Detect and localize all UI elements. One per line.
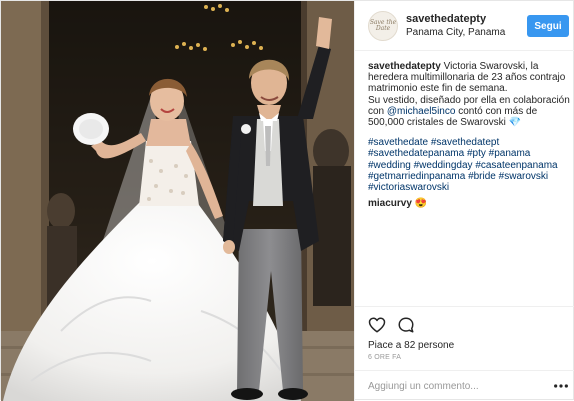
comment-input[interactable] <box>368 378 538 394</box>
hashtag[interactable]: #pty <box>467 148 486 159</box>
hashtag[interactable]: #victoriaswarovski <box>368 182 449 193</box>
hashtag[interactable]: #bride <box>468 171 496 182</box>
caption-line: savethedatepty Victoria Swarovski, la <box>368 61 568 72</box>
caption-line: heredera multimillonaria de 23 años cont… <box>368 72 566 84</box>
header-location[interactable]: Panama City, Panama <box>406 27 505 38</box>
hashtag[interactable]: #panama <box>489 148 531 159</box>
post-photo[interactable] <box>1 1 354 401</box>
hashtag[interactable]: #savethedatepanama <box>368 148 464 159</box>
instagram-post: Save the Date savethedatepty Panama City… <box>0 0 574 401</box>
post-timestamp: 6 ORE FA <box>368 354 402 361</box>
likes-suffix: persone <box>418 340 455 351</box>
caption-line: Su vestido, diseñado por ella en colabor… <box>368 94 570 106</box>
caption-mention[interactable]: @michael5inco <box>387 106 456 117</box>
action-bar <box>355 306 574 336</box>
avatar-logo-text: Save the Date <box>369 19 397 32</box>
more-options-icon[interactable] <box>553 379 569 393</box>
heart-icon[interactable] <box>368 316 386 334</box>
post-header: Save the Date savethedatepty Panama City… <box>355 1 574 51</box>
hashtag[interactable]: #weddingday <box>414 160 473 171</box>
hashtag-line: #wedding #weddingday #casateenpanama <box>368 160 568 171</box>
caption-line: con @michael5inco contó con más de <box>368 106 568 117</box>
comment: miacurvy 😍 <box>368 198 568 209</box>
caption-text: Victoria Swarovski, la <box>443 61 539 72</box>
hashtag[interactable]: #getmarriedinpanama <box>368 171 465 182</box>
hashtag[interactable]: #casateenpanama <box>475 160 557 171</box>
follow-button[interactable]: Segui <box>527 15 569 37</box>
comment-text: 😍 <box>414 198 428 210</box>
hashtag-line: #victoriaswarovski <box>368 182 568 193</box>
hashtag[interactable]: #savethedate <box>368 137 428 148</box>
hashtag[interactable]: #wedding <box>368 160 411 171</box>
avatar[interactable]: Save the Date <box>368 11 398 41</box>
hashtag-line: #savethedatepanama #pty #panama <box>368 148 568 159</box>
caption: savethedatepty Victoria Swarovski, la he… <box>368 61 570 193</box>
post-side-panel: Save the Date savethedatepty Panama City… <box>354 1 574 401</box>
caption-text: contó con más de <box>458 105 538 117</box>
caption-line: matrimonio este fin de semana. <box>368 83 508 95</box>
hashtag[interactable]: #savethedatept <box>431 137 499 148</box>
add-comment-bar <box>355 370 574 401</box>
comment-bubble-icon[interactable] <box>397 316 415 334</box>
hashtag[interactable]: #swarovski <box>499 171 548 182</box>
caption-text: con <box>368 105 385 117</box>
header-username[interactable]: savethedatepty <box>406 13 486 25</box>
comments-section: savethedatepty Victoria Swarovski, la he… <box>368 61 570 209</box>
likes-prefix: Piace a <box>368 340 402 351</box>
likes-count[interactable]: Piace a 82 persone <box>368 340 454 351</box>
likes-number: 82 <box>404 340 416 351</box>
hashtag-line: #getmarriedinpanama #bride #swarovski <box>368 171 568 182</box>
comment-username[interactable]: miacurvy <box>368 198 412 209</box>
hashtag-line: #savethedate #savethedatept <box>368 137 568 148</box>
caption-line: 500,000 cristales de Swarovski 💎 <box>368 117 522 129</box>
caption-username[interactable]: savethedatepty <box>368 61 441 72</box>
